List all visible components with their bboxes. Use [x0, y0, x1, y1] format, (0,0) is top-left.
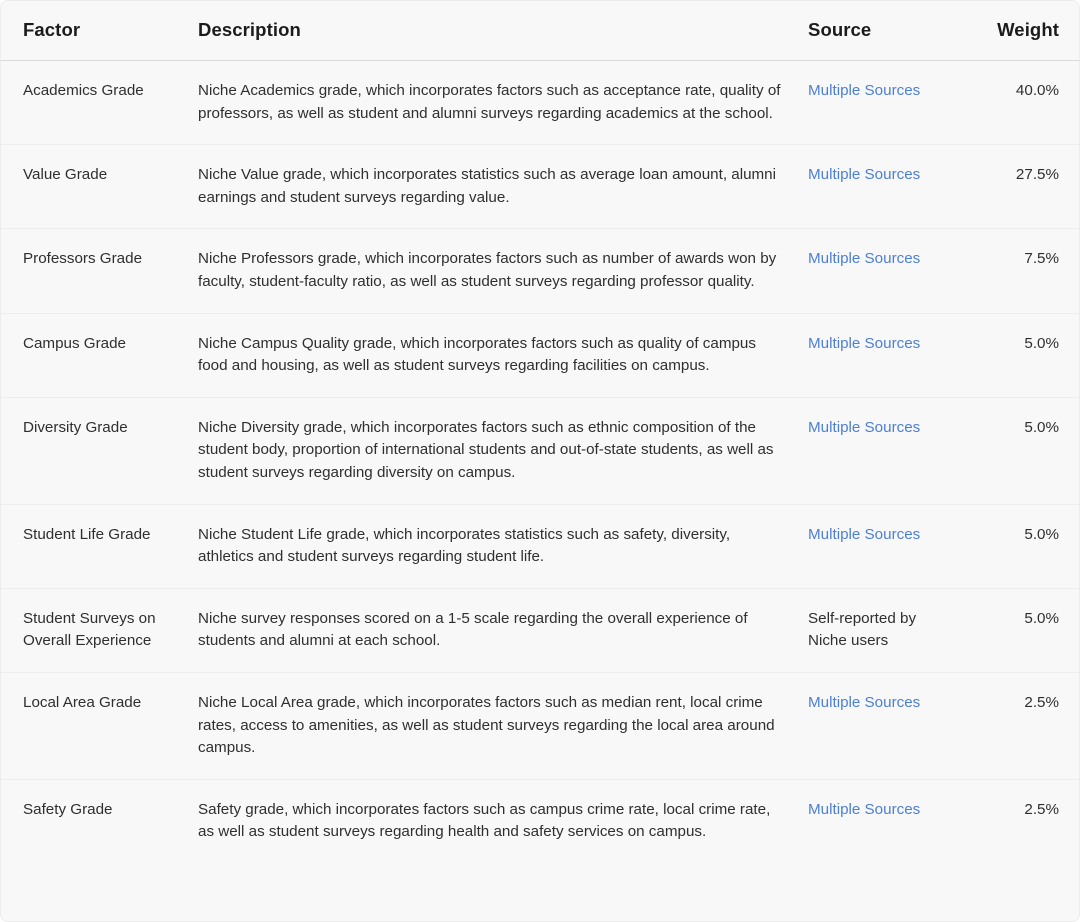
table-row: Academics Grade Niche Academics grade, wh… — [1, 60, 1079, 146]
cell-description: Niche Campus Quality grade, which incorp… — [198, 313, 808, 398]
cell-description: Niche Professors grade, which incorporat… — [198, 228, 808, 314]
cell-factor: Local Area Grade — [1, 672, 198, 780]
table-header-row: Factor Description Source Weight — [1, 1, 1079, 61]
source-text: Self-reported by Niche users — [808, 609, 917, 650]
cell-source: Multiple Sources — [808, 672, 953, 780]
ranking-factors-table: Factor Description Source Weight Academi… — [1, 1, 1079, 863]
cell-source: Multiple Sources — [808, 397, 953, 505]
cell-source: Multiple Sources — [808, 313, 953, 398]
ranking-factors-card: Factor Description Source Weight Academi… — [0, 0, 1080, 922]
cell-source: Multiple Sources — [808, 144, 953, 230]
cell-factor: Student Surveys on Overall Experience — [1, 588, 198, 673]
source-link[interactable]: Multiple Sources — [808, 166, 920, 183]
cell-weight: 27.5% — [953, 144, 1079, 230]
cell-weight: 5.0% — [953, 504, 1079, 589]
cell-factor: Safety Grade — [23, 800, 113, 818]
table-row: Student Life Grade Niche Student Life gra… — [1, 504, 1079, 589]
cell-description: Niche Diversity grade, which incorporate… — [198, 397, 808, 505]
cell-weight: 40.0% — [953, 60, 1079, 146]
table-row: Professors Grade Niche Professors grade, … — [1, 228, 1079, 314]
source-link[interactable]: Multiple Sources — [808, 801, 920, 818]
cell-source: Multiple Sources — [808, 504, 953, 589]
cell-description: Niche Local Area grade, which incorporat… — [198, 672, 808, 780]
cell-factor: Academics Grade — [1, 60, 198, 146]
cell-factor: Student Life Grade — [1, 504, 198, 589]
table-row: Diversity Grade Niche Diversity grade, wh… — [1, 397, 1079, 505]
cell-weight: 5.0% — [953, 397, 1079, 505]
cell-weight: 7.5% — [953, 228, 1079, 314]
cell-source: Multiple Sources — [808, 779, 953, 863]
column-header-description: Description — [198, 1, 808, 61]
cell-source: Multiple Sources — [808, 228, 953, 314]
cell-weight: 2.5% — [953, 672, 1079, 780]
table-row: Campus Grade Niche Campus Quality grade, … — [1, 313, 1079, 398]
source-link[interactable]: Multiple Sources — [808, 526, 920, 543]
cell-description: Niche Academics grade, which incorporate… — [198, 60, 808, 146]
cell-description: Safety grade, which incorporates factors… — [198, 800, 771, 841]
cell-factor: Diversity Grade — [1, 397, 198, 505]
cell-description: Niche Student Life grade, which incorpor… — [198, 504, 808, 589]
cell-weight: 5.0% — [953, 588, 1079, 673]
source-link[interactable]: Multiple Sources — [808, 82, 920, 99]
source-link[interactable]: Multiple Sources — [808, 694, 920, 711]
table-row: Safety Grade Safety grade, which incorpor… — [1, 779, 1079, 863]
cell-weight: 2.5% — [1024, 800, 1059, 818]
cell-factor: Campus Grade — [1, 313, 198, 398]
table-body: Academics Grade Niche Academics grade, wh… — [1, 60, 1079, 863]
cell-source: Multiple Sources — [808, 60, 953, 146]
cell-factor: Professors Grade — [1, 228, 198, 314]
source-link[interactable]: Multiple Sources — [808, 335, 920, 352]
cell-factor: Value Grade — [1, 144, 198, 230]
cell-description: Niche Value grade, which incorporates st… — [198, 144, 808, 230]
column-header-weight: Weight — [953, 1, 1079, 61]
cell-weight: 5.0% — [953, 313, 1079, 398]
source-link[interactable]: Multiple Sources — [808, 419, 920, 436]
table-row: Student Surveys on Overall Experience Nic… — [1, 588, 1079, 673]
table-header: Factor Description Source Weight — [1, 1, 1079, 61]
cell-source: Self-reported by Niche users — [808, 588, 953, 673]
table-row: Local Area Grade Niche Local Area grade, … — [1, 672, 1079, 780]
source-link[interactable]: Multiple Sources — [808, 250, 920, 267]
column-header-factor: Factor — [1, 1, 198, 61]
table-row: Value Grade Niche Value grade, which inco… — [1, 144, 1079, 230]
cell-description: Niche survey responses scored on a 1-5 s… — [198, 588, 808, 673]
column-header-source: Source — [808, 1, 953, 61]
